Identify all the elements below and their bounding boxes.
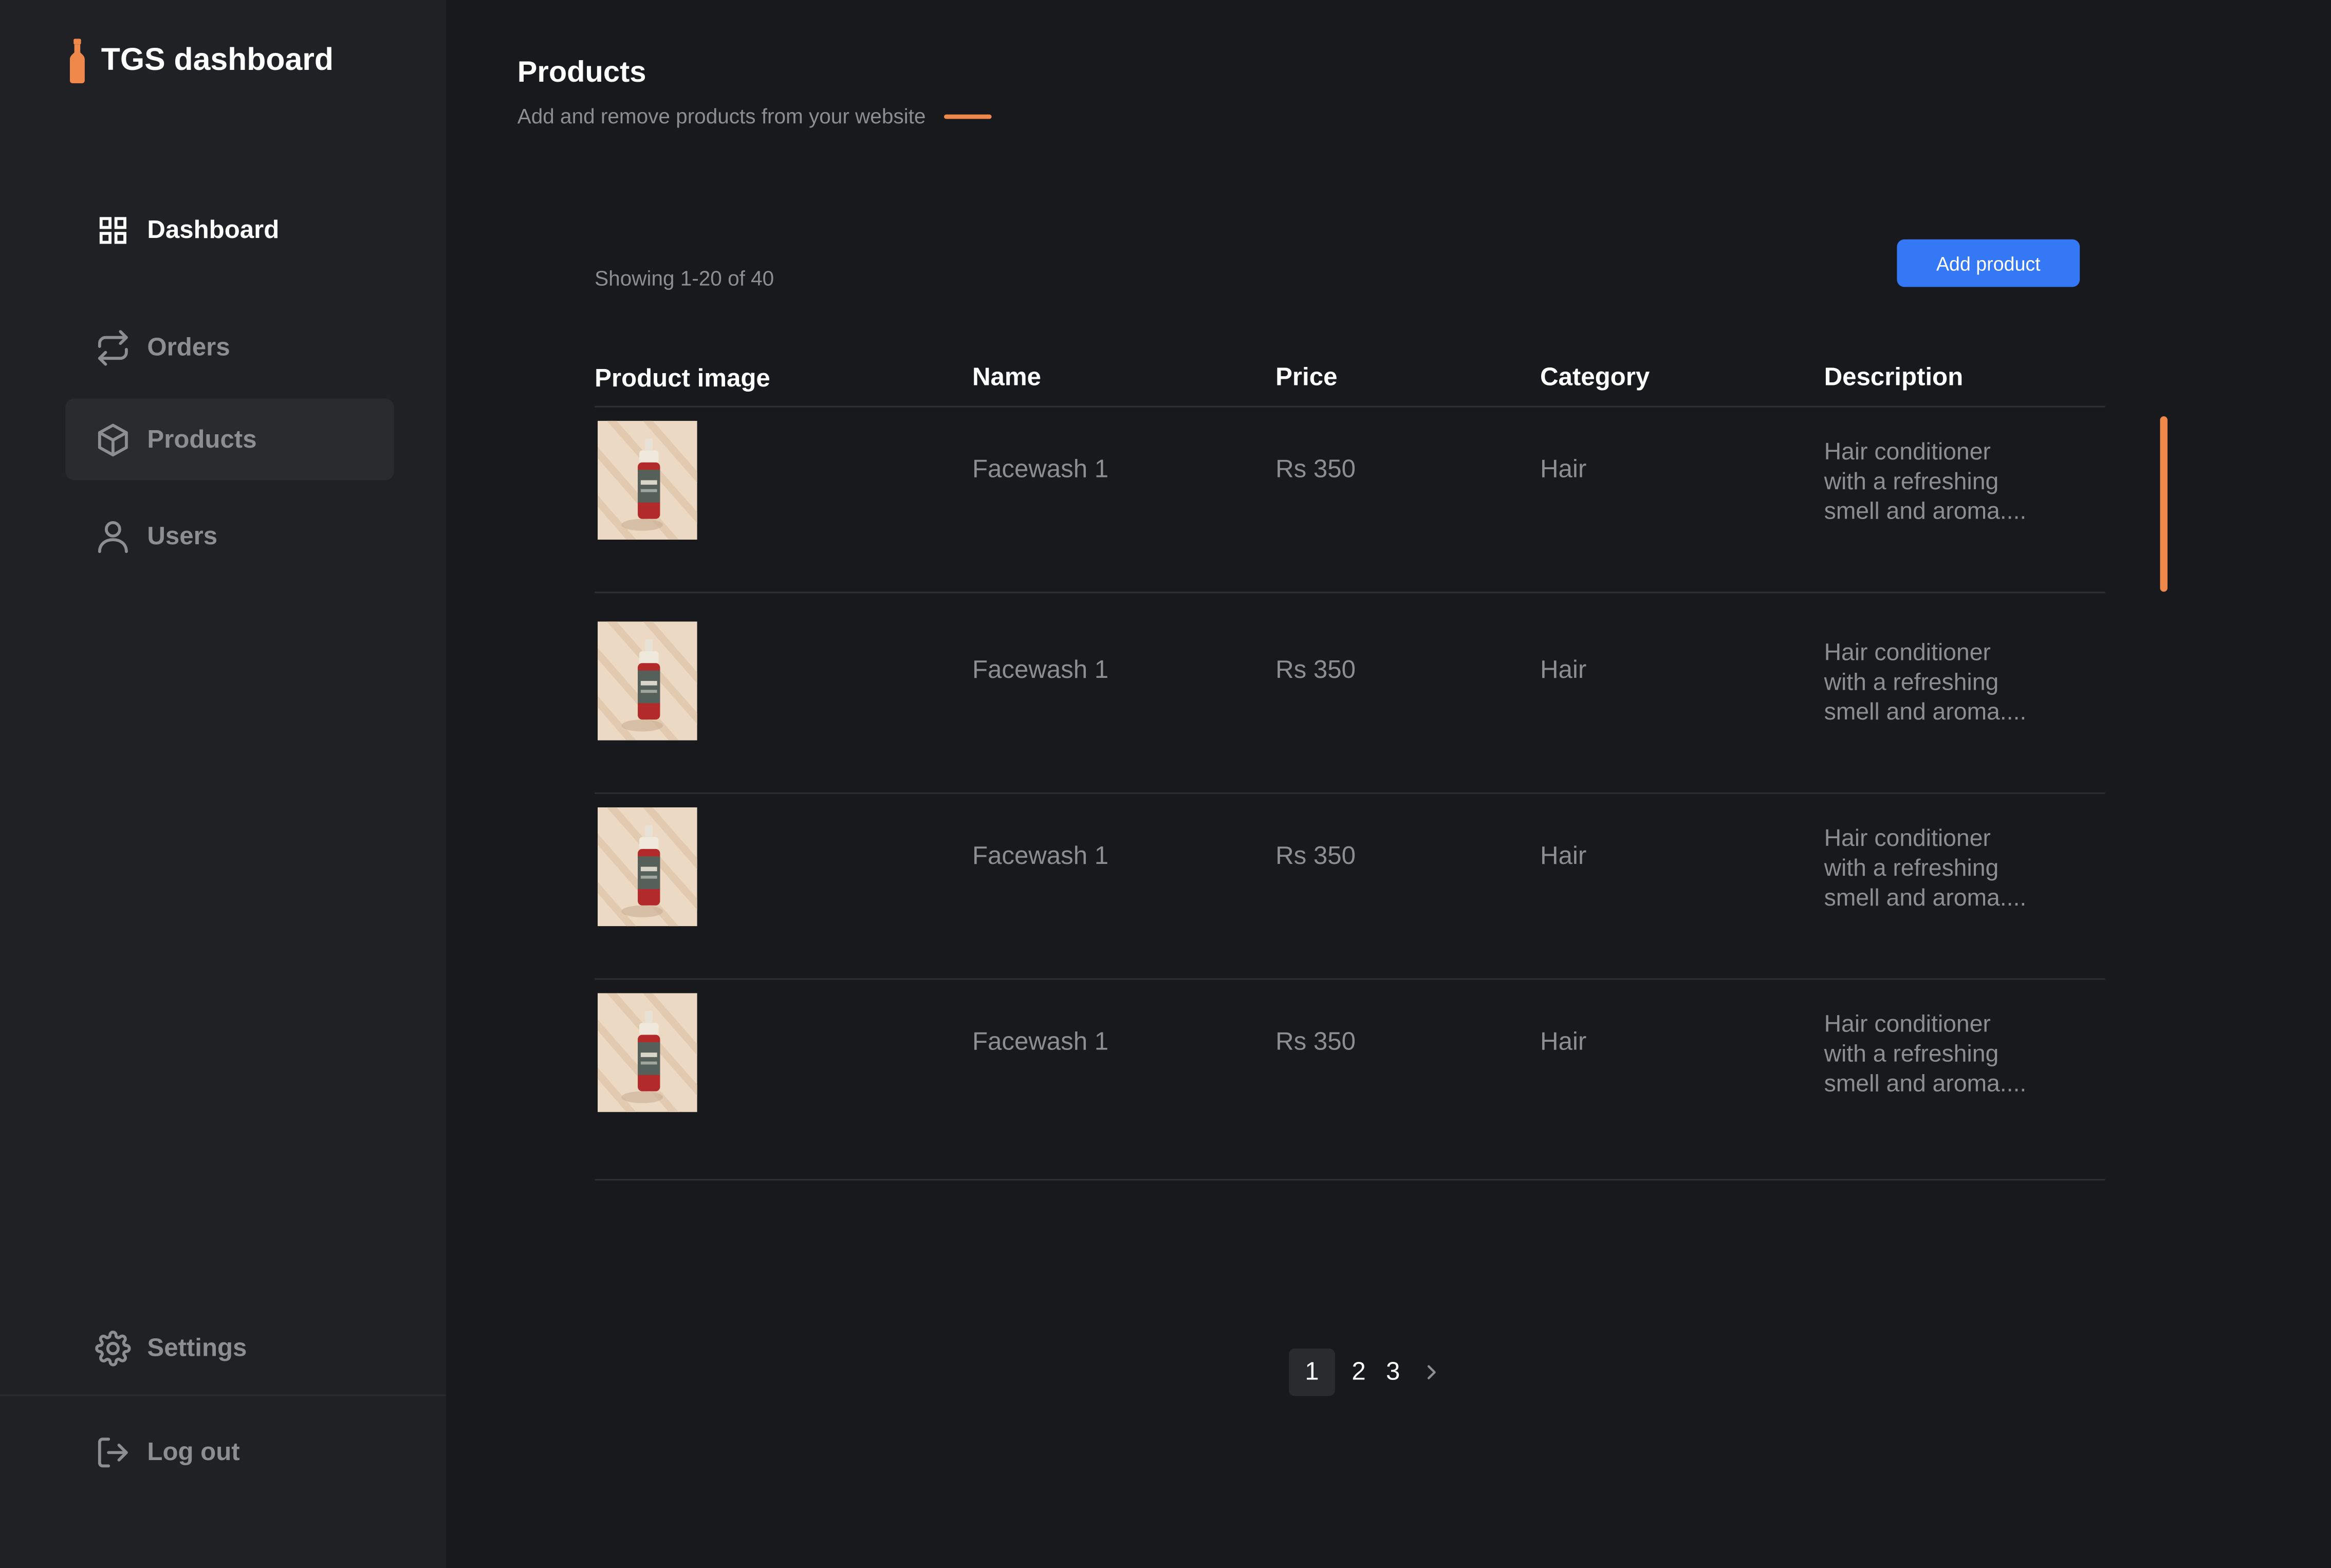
column-header-name: Name [972, 362, 1041, 391]
product-description-line: smell and aroma.... [1824, 886, 2027, 912]
table-scrollbar[interactable] [2160, 416, 2168, 592]
row-divider [595, 1179, 2105, 1180]
product-description-line: smell and aroma.... [1824, 1072, 2027, 1097]
product-description-line: with a refreshing [1824, 670, 1999, 696]
next-page-button[interactable] [1420, 1349, 1444, 1396]
showing-count: Showing 1-20 of 40 [595, 266, 774, 290]
product-description: Hair conditioner with a refreshing smell a… [1824, 639, 2077, 729]
row-divider [595, 592, 2105, 594]
product-thumbnail [597, 993, 697, 1112]
bottle-logo-icon [69, 39, 85, 84]
page-button-2[interactable]: 2 [1347, 1349, 1371, 1396]
table-row[interactable]: Facewash 1 Rs 350 Hair Hair conditioner with… [0, 792, 2331, 971]
page-subtitle: Add and remove products from your websit… [517, 104, 991, 128]
sidebar-item-label: Orders [147, 332, 230, 361]
product-category: Hair [1540, 655, 1587, 684]
page-subtitle-text: Add and remove products from your websit… [517, 104, 926, 128]
product-description-line: with a refreshing [1824, 856, 1999, 882]
logout-label: Log out [147, 1436, 240, 1465]
product-name: Facewash 1 [972, 841, 1109, 870]
column-header-category: Category [1540, 362, 1650, 391]
table-row[interactable]: Facewash 1 Rs 350 Hair Hair conditioner with… [0, 979, 2331, 1157]
page-button-1[interactable]: 1 [1289, 1348, 1335, 1396]
product-category: Hair [1540, 455, 1587, 484]
brand[interactable]: TGS dashboard [68, 39, 334, 84]
sidebar-item-dashboard[interactable]: Dashboard [65, 189, 394, 270]
product-price: Rs 350 [1275, 1027, 1356, 1056]
table-row[interactable]: Facewash 1 Rs 350 Hair Hair conditioner with… [0, 406, 2331, 584]
product-bottle-image [597, 621, 697, 741]
product-bottle-image [597, 420, 697, 540]
chevron-right-icon [1427, 1365, 1436, 1379]
product-name: Facewash 1 [972, 1027, 1109, 1056]
sidebar-item-label: Settings [147, 1333, 247, 1361]
product-description-line: Hair conditioner [1824, 826, 1991, 852]
product-price: Rs 350 [1275, 655, 1356, 684]
product-thumbnail [597, 621, 697, 741]
product-description-line: smell and aroma.... [1824, 700, 2027, 726]
column-header-description: Description [1824, 362, 1964, 391]
grid-icon [95, 212, 131, 247]
product-description-line: smell and aroma.... [1824, 500, 2027, 525]
sidebar-item-label: Dashboard [147, 215, 280, 243]
repeat-arrows-icon [95, 329, 131, 365]
column-header-price: Price [1275, 362, 1338, 391]
column-header-product-image: Product image [595, 364, 770, 393]
accent-line [943, 114, 991, 118]
table-row[interactable]: Facewash 1 Rs 350 Hair Hair conditioner with… [0, 606, 2331, 785]
product-description: Hair conditioner with a refreshing smell a… [1824, 825, 2077, 915]
sidebar-divider [0, 1394, 446, 1396]
sidebar-item-orders[interactable]: Orders [65, 306, 394, 388]
product-price: Rs 350 [1275, 841, 1356, 870]
product-bottle-image [597, 807, 697, 927]
product-name: Facewash 1 [972, 655, 1109, 684]
product-description: Hair conditioner with a refreshing smell a… [1824, 1011, 2077, 1100]
app-root: TGS dashboard Dashboard Orders Products … [0, 0, 2331, 1568]
product-thumbnail [597, 420, 697, 540]
brand-title: TGS dashboard [101, 43, 334, 78]
product-description-line: Hair conditioner [1824, 640, 1991, 667]
product-bottle-image [597, 993, 697, 1112]
logout-button[interactable]: Log out [65, 1411, 394, 1492]
sidebar-item-settings[interactable]: Settings [65, 1307, 394, 1389]
product-category: Hair [1540, 1027, 1587, 1056]
gear-icon [95, 1330, 131, 1366]
product-category: Hair [1540, 841, 1587, 870]
product-description-line: Hair conditioner [1824, 440, 1991, 466]
product-thumbnail [597, 807, 697, 927]
add-product-button[interactable]: Add product [1897, 239, 2080, 287]
logout-icon [95, 1434, 131, 1469]
product-description-line: with a refreshing [1824, 470, 1999, 495]
page-title: Products [517, 56, 646, 89]
product-price: Rs 350 [1275, 455, 1356, 484]
product-description: Hair conditioner with a refreshing smell a… [1824, 438, 2077, 528]
product-name: Facewash 1 [972, 455, 1109, 484]
product-description-line: with a refreshing [1824, 1042, 1999, 1068]
page-button-3[interactable]: 3 [1381, 1349, 1405, 1396]
product-description-line: Hair conditioner [1824, 1012, 1991, 1038]
